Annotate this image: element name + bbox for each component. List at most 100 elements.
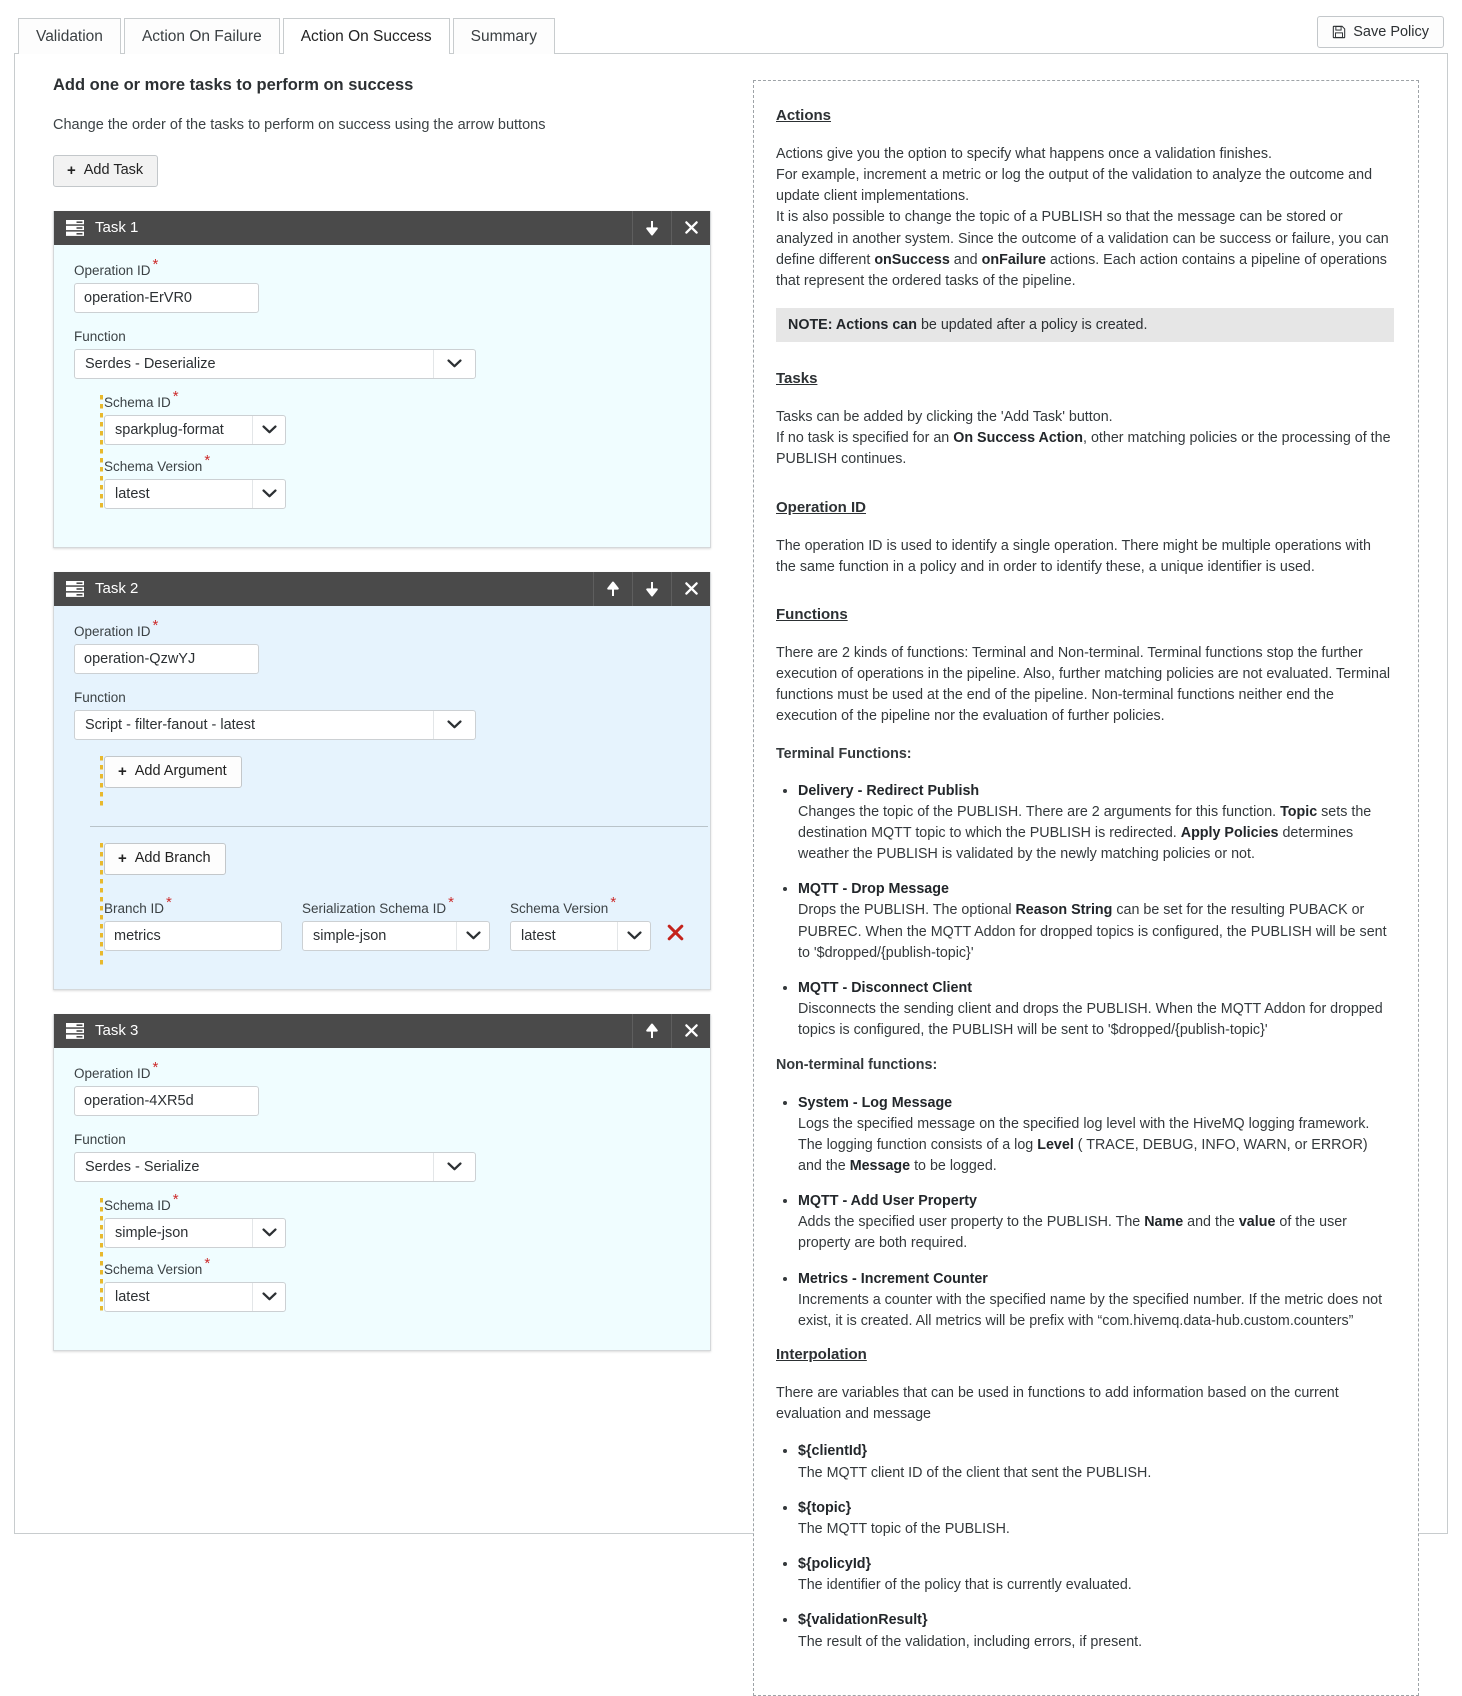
doc-note-box: NOTE: Actions can be updated after a pol… (776, 308, 1394, 343)
doc-heading-operation-id: Operation ID (776, 498, 867, 516)
doc-item-desc: The MQTT client ID of the client that se… (798, 1464, 1152, 1481)
required-asterisk: * (152, 1059, 159, 1077)
page-subtitle: Change the order of the tasks to perform… (53, 117, 546, 133)
task-title: Task 1 (95, 219, 139, 237)
operation-id-input[interactable] (74, 282, 259, 313)
task-title: Task 2 (95, 580, 139, 598)
doc-item-desc: The identifier of the policy that is cur… (798, 1577, 1132, 1594)
doc-interpolation-p: There are variables that can be used in … (776, 1385, 1339, 1423)
remove-task-button[interactable] (671, 571, 710, 606)
doc-item-desc-a: Drops the PUBLISH. The optional (798, 902, 1016, 919)
doc-item-name: ${policyId} (798, 1556, 872, 1573)
operation-id-input[interactable] (74, 643, 259, 674)
branch-schema-version-select[interactable]: latest (510, 920, 651, 951)
plus-icon: + (118, 850, 127, 868)
schema-id-label: Schema ID * (104, 389, 690, 410)
tab-validation[interactable]: Validation (18, 17, 121, 54)
doc-item-desc-a: Increments a counter with the specified … (798, 1291, 1383, 1329)
move-task-up-button[interactable] (632, 1013, 671, 1048)
move-task-down-button[interactable] (632, 210, 671, 245)
tab-action-on-success[interactable]: Action On Success (282, 17, 450, 54)
move-task-down-button[interactable] (632, 571, 671, 606)
task-title: Task 3 (95, 1022, 139, 1040)
serialization-schema-id-field: Serialization Schema ID * simple-json (302, 895, 490, 951)
doc-note-can: can (892, 317, 917, 334)
tab-action-on-failure[interactable]: Action On Failure (123, 17, 280, 54)
doc-item-desc-a: Disconnects the sending client and drops… (798, 1001, 1383, 1039)
tab-summary[interactable]: Summary (452, 17, 555, 54)
schema-version-field: Schema Version * latest (104, 453, 690, 509)
move-task-up-button[interactable] (593, 571, 632, 606)
doc-tasks-p1: Tasks can be added by clicking the 'Add … (776, 409, 1113, 426)
branch-schema-version-field: Schema Version * latest (510, 895, 651, 951)
arguments-section: + Add Argument (74, 755, 690, 806)
required-asterisk: * (172, 1191, 179, 1209)
plus-icon: + (67, 162, 76, 180)
branch-id-input[interactable] (104, 920, 282, 951)
schema-id-label-text: Schema ID (104, 394, 171, 410)
required-asterisk: * (172, 388, 179, 406)
documentation-panel: Actions Actions give you the option to s… (753, 80, 1419, 1696)
doc-actions-onfailure: onFailure (981, 251, 1046, 268)
doc-actions-onsuccess: onSuccess (874, 251, 950, 268)
task-card: Task 3 Operation ID * operation-4XR5d Fu… (53, 1013, 711, 1351)
function-label: Function (74, 1131, 126, 1147)
help-column: Actions Actions give you the option to s… (731, 54, 1447, 1696)
doc-item-name: MQTT - Disconnect Client (798, 979, 972, 996)
operation-id-input[interactable] (74, 1085, 259, 1116)
list-item: System - Log MessageLogs the specified m… (798, 1093, 1394, 1178)
doc-item-desc: The result of the validation, including … (798, 1633, 1143, 1650)
schema-id-select[interactable]: simple-json (104, 1217, 286, 1248)
list-item: ${policyId} The identifier of the policy … (798, 1554, 1394, 1596)
doc-item-name: MQTT - Add User Property (798, 1193, 977, 1210)
schema-version-label-text: Schema Version (104, 1261, 203, 1277)
doc-heading-interpolation: Interpolation (776, 1346, 867, 1364)
schema-version-select[interactable]: latest (104, 1281, 286, 1312)
doc-opid-p: The operation ID is used to identify a s… (776, 537, 1371, 575)
add-task-label: Add Task (83, 162, 144, 178)
required-asterisk: * (166, 894, 172, 912)
remove-task-button[interactable] (671, 210, 710, 245)
section-divider (90, 825, 708, 827)
branch-id-label-text: Branch ID (104, 900, 165, 916)
function-select-value: Serdes - Serialize (85, 1158, 200, 1175)
add-argument-button[interactable]: + Add Argument (104, 755, 242, 788)
save-policy-button[interactable]: Save Policy (1317, 16, 1444, 48)
task-body: Operation ID* Function Script - filter-f… (54, 605, 710, 989)
list-item: Metrics - Increment Counter Increments a … (798, 1269, 1394, 1332)
function-select[interactable]: Serdes - Serialize (74, 1151, 476, 1182)
operation-id-label-text: Operation ID (74, 262, 151, 278)
task-card: Task 1 Operation ID * operation-ErVR0 Fu… (53, 210, 711, 548)
chevron-down-icon (252, 479, 285, 508)
remove-branch-button[interactable] (667, 924, 684, 951)
add-task-button[interactable]: + Add Task (53, 155, 159, 187)
task-header-title-group: Task 1 (54, 211, 632, 245)
remove-task-button[interactable] (671, 1013, 710, 1048)
branch-id-label: Branch ID * (104, 895, 282, 916)
doc-item-bold-1: Topic (1280, 803, 1318, 820)
list-item: MQTT - Disconnect Client Disconnects the … (798, 978, 1394, 1041)
branches-section: + Add Branch Branch ID * metrics Seriali… (74, 842, 690, 965)
add-branch-button[interactable]: + Add Branch (104, 842, 226, 875)
schema-id-label-text: Schema ID (104, 1197, 171, 1213)
operation-id-label-text: Operation ID (74, 623, 151, 639)
page-title: Add one or more tasks to perform on succ… (53, 76, 414, 94)
schema-id-select[interactable]: sparkplug-format (104, 414, 286, 445)
operation-id-label: Operation ID * (74, 257, 690, 278)
server-rack-icon (65, 1022, 85, 1040)
doc-item-desc-a: Changes the topic of the PUBLISH. There … (798, 803, 1281, 820)
schema-id-select-value: sparkplug-format (115, 421, 224, 438)
serialization-schema-id-select[interactable]: simple-json (302, 920, 490, 951)
function-select[interactable]: Script - filter-fanout - latest (74, 709, 476, 740)
operation-id-field: Operation ID * (74, 1060, 690, 1116)
schema-version-label: Schema Version * (104, 453, 690, 474)
function-select[interactable]: Serdes - Deserialize (74, 348, 476, 379)
chevron-down-icon (433, 1152, 475, 1181)
schema-id-select-value: simple-json (115, 1224, 189, 1241)
schema-version-select[interactable]: latest (104, 478, 286, 509)
operation-id-field: Operation ID * (74, 257, 690, 313)
serialization-schema-id-select-value: simple-json (313, 927, 387, 944)
schema-version-select-value: latest (115, 485, 150, 502)
schema-version-label-text: Schema Version (104, 458, 203, 474)
doc-item-desc: The MQTT topic of the PUBLISH. (798, 1520, 1010, 1537)
